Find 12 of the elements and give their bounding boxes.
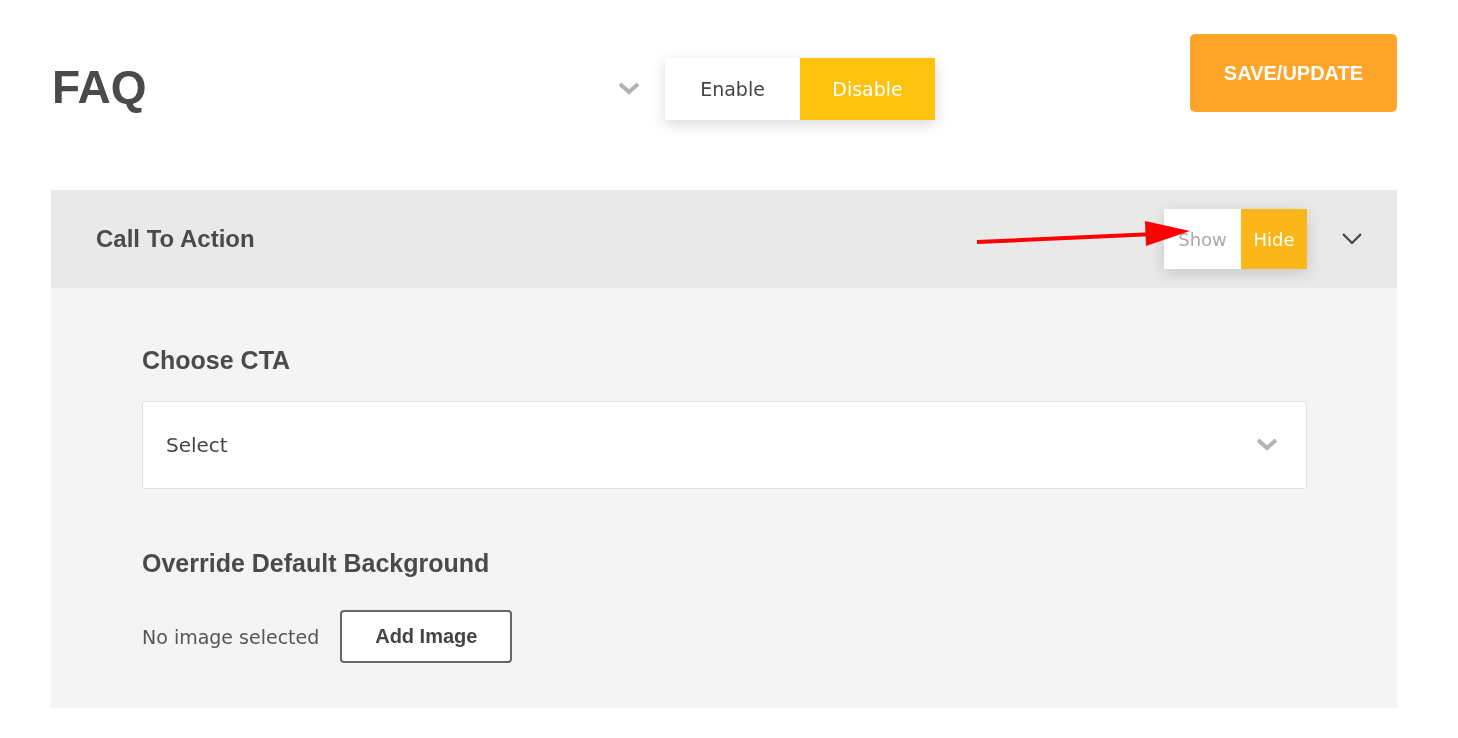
section-title: Call To Action xyxy=(96,225,255,253)
select-field[interactable]: Select xyxy=(142,401,1307,489)
chevron-down-icon xyxy=(1256,438,1278,452)
add-image-button[interactable]: Add Image xyxy=(340,610,513,663)
image-status: No image selected xyxy=(142,625,320,648)
section-header[interactable]: Call To Action Show Hide xyxy=(51,190,1397,288)
toggle-option[interactable]: Enable xyxy=(665,58,800,120)
page-title: FAQ xyxy=(52,60,148,114)
field-label: Override Default Background xyxy=(142,549,491,578)
field-label: Choose CTA xyxy=(142,346,292,375)
chevron-icon[interactable] xyxy=(1341,232,1363,246)
select-value: Select xyxy=(166,433,228,457)
